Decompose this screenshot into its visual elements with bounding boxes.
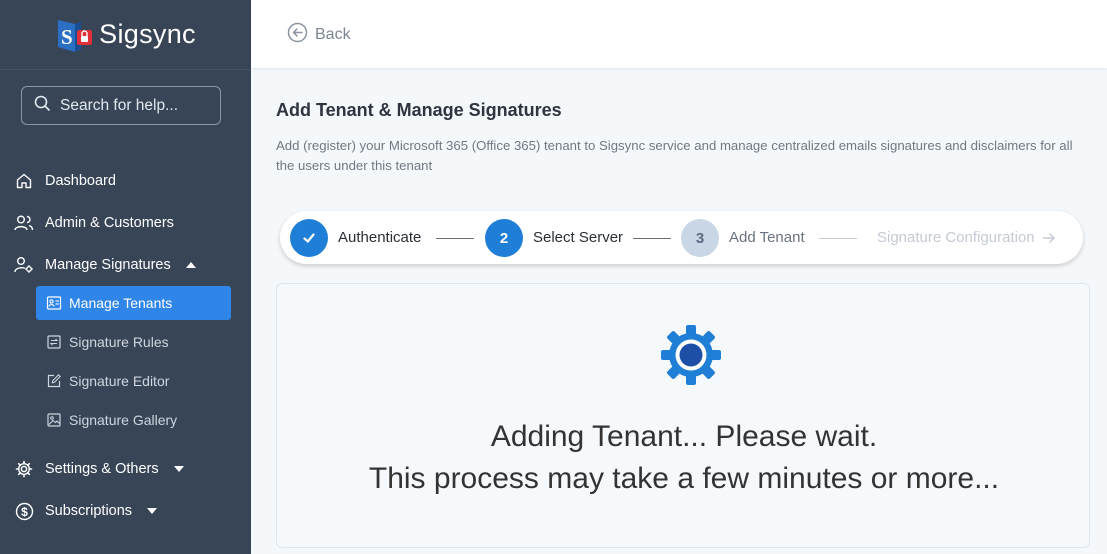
step-connector <box>436 238 474 239</box>
step-signature-configuration-label: Signature Configuration <box>877 229 1035 246</box>
search-input[interactable]: Search for help... <box>21 86 221 125</box>
sidebar-item-subscriptions[interactable]: $ Subscriptions <box>0 493 251 529</box>
sidebar-item-label: Settings & Others <box>45 461 159 477</box>
sidebar-item-label: Manage Signatures <box>45 257 171 273</box>
user-gear-icon <box>14 255 34 275</box>
step-add-tenant-label: Add Tenant <box>729 229 805 246</box>
arrow-right-icon <box>1042 231 1056 250</box>
status-message-secondary: This process may take a few minutes or m… <box>368 462 1000 495</box>
sigsync-logo-icon: S <box>55 16 93 54</box>
search-placeholder: Search for help... <box>60 96 179 114</box>
sidebar: S Sigsync Search for help... Dashboard A… <box>0 0 251 554</box>
tenants-icon <box>46 295 62 311</box>
sidebar-subitem-signature-gallery[interactable]: Signature Gallery <box>36 403 231 437</box>
page-title: Add Tenant & Manage Signatures <box>276 100 562 120</box>
sidebar-item-label: Subscriptions <box>45 503 133 519</box>
sidebar-subitem-signature-editor[interactable]: Signature Editor <box>36 364 231 398</box>
sidebar-item-admin-customers[interactable]: Admin & Customers <box>0 205 251 241</box>
step-authenticate-check-icon <box>290 219 328 257</box>
step-add-tenant-number: 3 <box>681 219 719 257</box>
sidebar-item-manage-signatures[interactable]: Manage Signatures <box>0 247 251 283</box>
brand-name: Sigsync <box>99 19 196 49</box>
sidebar-subitem-label: Signature Gallery <box>69 412 178 428</box>
users-icon <box>14 213 34 233</box>
step-select-server-label: Select Server <box>533 229 624 246</box>
brand-logo[interactable]: S Sigsync <box>0 0 251 70</box>
step-connector <box>633 238 671 239</box>
sidebar-item-label: Admin & Customers <box>45 215 174 231</box>
sidebar-subitem-label: Manage Tenants <box>69 295 173 311</box>
sidebar-subitem-label: Signature Rules <box>69 334 169 350</box>
sidebar-item-dashboard[interactable]: Dashboard <box>0 163 251 199</box>
sidebar-item-label: Dashboard <box>45 173 116 189</box>
dollar-icon: $ <box>14 501 34 521</box>
svg-text:$: $ <box>21 505 28 519</box>
gallery-icon <box>46 412 62 428</box>
gear-icon <box>14 459 34 479</box>
step-authenticate-label: Authenticate <box>338 229 422 246</box>
search-icon <box>34 95 51 117</box>
page-description: Add (register) your Microsoft 365 (Offic… <box>276 138 1073 173</box>
sidebar-subitem-label: Signature Editor <box>69 373 170 389</box>
edit-icon <box>46 373 62 389</box>
caret-down-icon <box>173 466 184 472</box>
sidebar-subitem-signature-rules[interactable]: Signature Rules <box>36 325 231 359</box>
rules-icon <box>46 334 62 350</box>
back-label: Back <box>315 26 351 43</box>
back-button[interactable]: Back <box>287 22 351 48</box>
caret-down-icon <box>147 508 158 514</box>
back-arrow-icon <box>287 22 308 48</box>
top-bar: Back <box>251 0 1107 68</box>
loading-gear-icon <box>660 324 722 391</box>
sidebar-subitem-manage-tenants[interactable]: Manage Tenants <box>36 286 231 320</box>
status-message-primary: Adding Tenant... Please wait. <box>490 420 878 453</box>
svg-text:S: S <box>61 25 73 49</box>
home-icon <box>14 171 34 191</box>
progress-card: Adding Tenant... Please wait. This proce… <box>276 283 1090 548</box>
step-connector <box>819 238 857 239</box>
wizard-stepper: Authenticate 2 Select Server 3 Add Tenan… <box>280 211 1083 264</box>
caret-up-icon <box>185 262 196 268</box>
step-select-server-number: 2 <box>485 219 523 257</box>
sidebar-item-settings-others[interactable]: Settings & Others <box>0 451 251 487</box>
